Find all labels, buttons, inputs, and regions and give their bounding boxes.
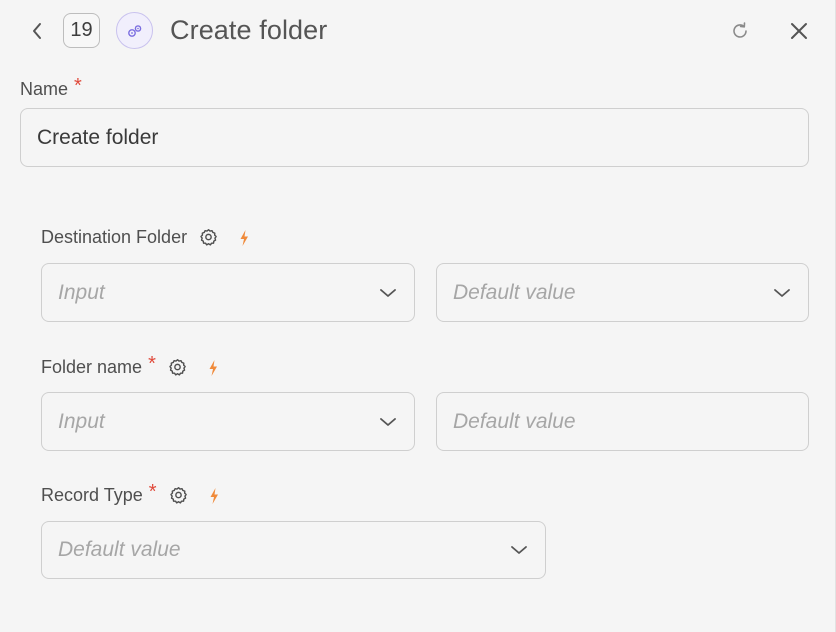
folder-name-default-input[interactable]: Default value [436, 392, 809, 451]
chevron-down-icon [378, 283, 398, 303]
gear-icon [169, 486, 187, 504]
record-type-label-row: Record Type * [41, 481, 220, 507]
name-label-row: Name * [20, 75, 82, 101]
required-asterisk: * [148, 353, 156, 375]
workflow-node-icon [116, 12, 153, 49]
step-number-badge: 19 [63, 13, 100, 48]
chevron-down-icon [509, 540, 529, 560]
destination-folder-input-select[interactable]: Input [41, 263, 415, 322]
destination-folder-label: Destination Folder [41, 227, 188, 247]
required-asterisk: * [74, 75, 82, 97]
gear-icon [169, 358, 186, 376]
close-button[interactable] [787, 19, 811, 43]
page-title: Create folder [170, 15, 328, 45]
destination-folder-dynamic-button[interactable] [238, 229, 250, 247]
required-asterisk: * [148, 481, 157, 503]
destination-folder-label-row: Destination Folder [41, 227, 250, 248]
destination-folder-default-select[interactable]: Default value [436, 263, 809, 322]
folder-name-default-placeholder: Default value [453, 409, 576, 433]
chevron-left-icon [33, 23, 41, 39]
folder-name-settings-button[interactable] [168, 358, 187, 377]
name-input-value: Create folder [37, 125, 159, 149]
record-type-settings-button[interactable] [169, 486, 188, 505]
name-label: Name [20, 79, 69, 99]
folder-name-dynamic-button[interactable] [207, 359, 219, 377]
folder-name-input-placeholder: Input [58, 409, 105, 433]
destination-folder-input-placeholder: Input [58, 280, 105, 304]
refresh-button[interactable] [728, 19, 752, 43]
close-icon [791, 23, 807, 39]
refresh-icon [733, 22, 747, 38]
chevron-down-icon [378, 412, 398, 432]
lightning-bolt-icon [209, 359, 217, 376]
lightning-bolt-icon [210, 487, 218, 504]
gear-icon [200, 228, 217, 246]
folder-name-input-select[interactable]: Input [41, 392, 415, 451]
panel-header: 19 Create folder [0, 0, 836, 64]
record-type-label: Record Type [41, 485, 143, 505]
create-folder-panel: 19 Create folder Name * Create folder De… [0, 0, 836, 632]
record-type-default-select[interactable]: Default value [41, 521, 546, 579]
destination-folder-default-placeholder: Default value [453, 280, 576, 304]
chevron-down-icon [772, 283, 792, 303]
folder-name-label-row: Folder name * [41, 353, 219, 379]
back-button[interactable] [26, 19, 48, 43]
name-input[interactable]: Create folder [20, 108, 809, 167]
lightning-bolt-icon [240, 229, 249, 246]
record-type-default-placeholder: Default value [58, 538, 181, 561]
destination-folder-settings-button[interactable] [199, 228, 218, 247]
record-type-dynamic-button[interactable] [208, 487, 220, 505]
folder-name-label: Folder name [41, 357, 143, 377]
